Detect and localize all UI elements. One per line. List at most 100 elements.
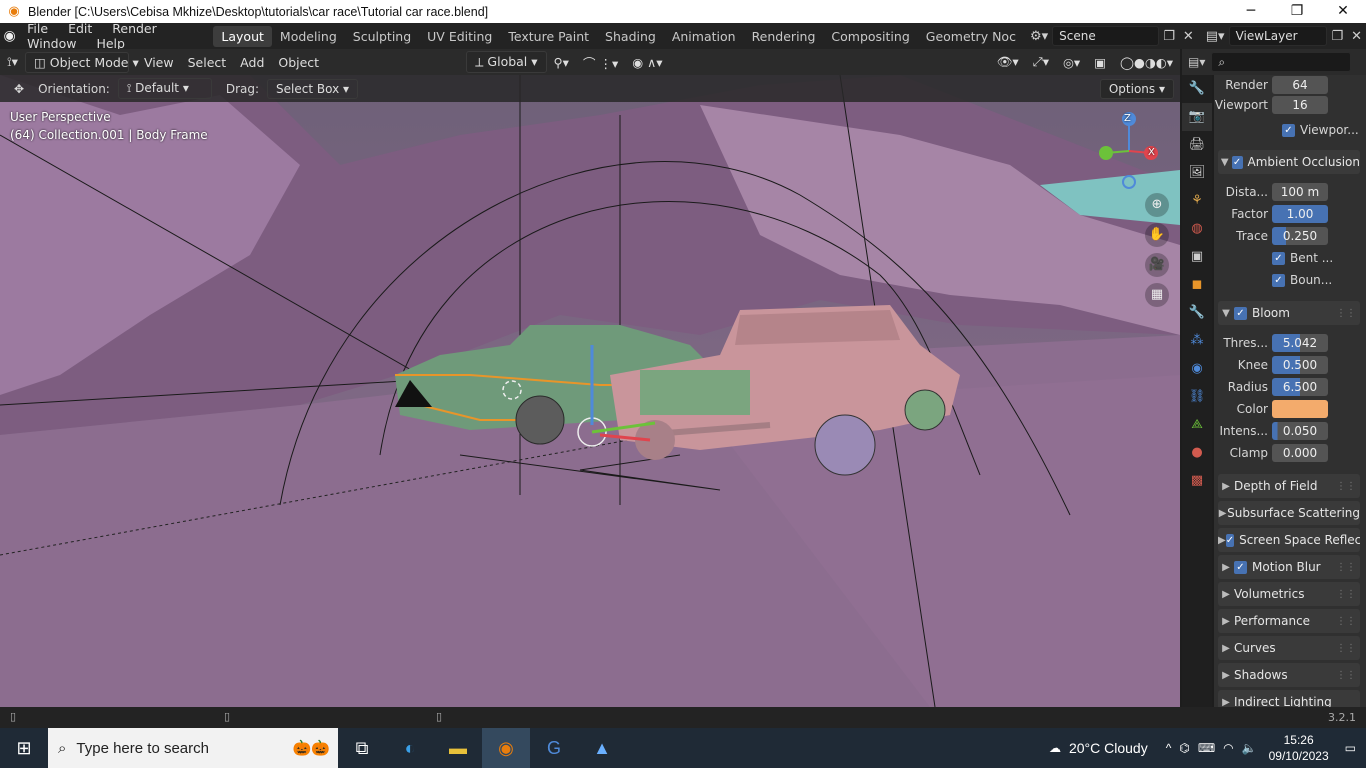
weather-text[interactable]: 20°C Cloudy — [1069, 740, 1148, 756]
ssr-enable-checkbox[interactable]: ✓ — [1225, 533, 1235, 547]
blender-taskbar-icon[interactable]: ◉ — [482, 728, 530, 768]
world-tab-icon[interactable]: ◍ — [1182, 215, 1212, 243]
panel-depth-of-field[interactable]: ▶ Depth of Field ⋮⋮ — [1218, 474, 1360, 498]
tab-geometry-nodes[interactable]: Geometry Noc — [918, 26, 1024, 47]
bloom-intensity-field[interactable]: 0.050 — [1272, 422, 1328, 440]
bloom-panel-header[interactable]: ▼ ✓ Bloom ⋮⋮ — [1218, 301, 1360, 325]
menu-view[interactable]: View — [137, 55, 181, 70]
particles-tab-icon[interactable]: ⁂ — [1182, 327, 1212, 355]
output-tab-icon[interactable]: 🖨 — [1182, 131, 1212, 159]
viewport-denoise-checkbox[interactable]: ✓ — [1282, 123, 1295, 137]
bloom-threshold-field[interactable]: 5.042 — [1272, 334, 1328, 352]
ao-distance-field[interactable]: 100 m — [1272, 183, 1328, 201]
collection-tab-icon[interactable]: ▣ — [1182, 243, 1212, 271]
options-dropdown[interactable]: Options ▾ — [1099, 78, 1174, 99]
zoom-icon[interactable]: ⊕ — [1145, 193, 1169, 217]
weather-cloud-icon[interactable]: ☁ — [1049, 741, 1061, 755]
panel-screen-space-reflections[interactable]: ▶ ✓ Screen Space Reflec — [1218, 528, 1360, 552]
edge-icon[interactable]: ◐ — [386, 728, 434, 768]
wifi-icon[interactable]: ◠ — [1223, 741, 1233, 755]
clock[interactable]: 15:26 09/10/2023 — [1269, 732, 1329, 764]
menu-select[interactable]: Select — [181, 55, 234, 70]
taskbar-search[interactable]: ⌕ Type here to search 🎃🎃 — [48, 728, 338, 768]
pan-hand-icon[interactable]: ✋ — [1145, 223, 1169, 247]
google-icon[interactable]: G — [530, 728, 578, 768]
affinity-icon[interactable]: ▲ — [578, 728, 626, 768]
motion-blur-enable-checkbox[interactable]: ✓ — [1234, 560, 1247, 574]
close-button[interactable]: ✕ — [1320, 0, 1366, 23]
bloom-color-swatch[interactable] — [1272, 400, 1328, 418]
minimize-button[interactable]: ─ — [1228, 0, 1274, 23]
render-tab-icon[interactable]: 📷 — [1182, 103, 1212, 131]
drag-handle-icon[interactable]: ⋮⋮ — [1336, 589, 1360, 600]
menu-edit[interactable]: Edit — [60, 21, 100, 36]
input-tray-icon[interactable]: ⌨ — [1198, 741, 1215, 755]
shading-modes-icon[interactable]: ◯●◑◐▾ — [1113, 55, 1180, 70]
tab-texture-paint[interactable]: Texture Paint — [500, 26, 597, 47]
view-layer-icon[interactable]: ▤▾ — [1202, 29, 1229, 44]
3d-viewport[interactable]: User Perspective (64) Collection.001 | B… — [0, 75, 1180, 707]
tray-chevron-icon[interactable]: ^ — [1166, 741, 1172, 755]
panel-performance[interactable]: ▶ Performance ⋮⋮ — [1218, 609, 1360, 633]
material-tab-icon[interactable]: ● — [1182, 439, 1212, 467]
editor-type-icon[interactable]: ⟟▾ — [0, 54, 25, 70]
properties-editor-icon[interactable]: ▤▾ — [1182, 55, 1211, 69]
ambient-occlusion-panel-header[interactable]: ▼ ✓ Ambient Occlusion — [1218, 150, 1360, 174]
transform-orientation-dropdown[interactable]: ⟂ Global ▾ — [466, 51, 547, 73]
tab-uv-editing[interactable]: UV Editing — [419, 26, 500, 47]
notifications-icon[interactable]: ▭ — [1345, 741, 1356, 755]
ao-enable-checkbox[interactable]: ✓ — [1231, 155, 1243, 169]
tab-rendering[interactable]: Rendering — [744, 26, 824, 47]
view-layer-field[interactable]: ViewLayer — [1228, 26, 1328, 46]
panel-indirect-lighting[interactable]: ▶ Indirect Lighting — [1218, 690, 1360, 707]
properties-search-field[interactable]: ⌕ — [1211, 52, 1352, 72]
tab-animation[interactable]: Animation — [664, 26, 744, 47]
new-scene-icon[interactable]: ❐ — [1159, 29, 1179, 44]
bloom-knee-field[interactable]: 0.500 — [1272, 356, 1328, 374]
camera-view-icon[interactable]: 🎥 — [1145, 253, 1169, 277]
tab-compositing[interactable]: Compositing — [823, 26, 917, 47]
camera-tray-icon[interactable]: ⌬ — [1179, 741, 1189, 755]
orientation-dropdown[interactable]: ⟟ Default ▾ — [117, 78, 212, 99]
scene-icon[interactable]: ⚙▾ — [1026, 29, 1052, 44]
drag-handle-icon[interactable]: ⋮⋮ — [1336, 481, 1360, 492]
windows-start-icon[interactable]: ⊞ — [0, 728, 48, 768]
tab-layout[interactable]: Layout — [213, 25, 272, 47]
ao-bent-normals-checkbox[interactable]: ✓ — [1272, 251, 1285, 265]
bloom-enable-checkbox[interactable]: ✓ — [1234, 306, 1247, 320]
tab-shading[interactable]: Shading — [597, 26, 664, 47]
menu-render[interactable]: Render — [104, 21, 165, 36]
viewport-samples-field[interactable]: 16 — [1272, 96, 1328, 114]
panel-volumetrics[interactable]: ▶ Volumetrics ⋮⋮ — [1218, 582, 1360, 606]
gizmo-toggle-icon[interactable]: ⤢▾ — [1026, 54, 1056, 70]
ao-bounces-checkbox[interactable]: ✓ — [1272, 273, 1285, 287]
visibility-icon[interactable]: 👁▾ — [990, 54, 1026, 70]
drag-handle-icon[interactable]: ⋮⋮ — [1336, 562, 1360, 573]
menu-file[interactable]: File — [19, 21, 56, 36]
ao-trace-field[interactable]: 0.250 — [1272, 227, 1328, 245]
task-view-icon[interactable]: ⧉ — [338, 728, 386, 768]
scene-field[interactable]: Scene — [1052, 26, 1160, 46]
tab-modeling[interactable]: Modeling — [272, 26, 345, 47]
move-tool-icon[interactable]: ✥ — [0, 82, 38, 96]
delete-view-layer-icon[interactable]: ✕ — [1347, 29, 1366, 44]
modifier-tab-icon[interactable]: 🔧 — [1182, 299, 1212, 327]
ortho-grid-icon[interactable]: ▦ — [1145, 283, 1169, 307]
ao-factor-field[interactable]: 1.00 — [1272, 205, 1328, 223]
volume-icon[interactable]: 🔈 — [1242, 741, 1257, 755]
object-tab-icon[interactable]: ◼ — [1182, 271, 1212, 299]
xray-icon[interactable]: ▣ — [1087, 55, 1113, 70]
maximize-button[interactable]: ❐ — [1274, 0, 1320, 23]
drag-handle-icon[interactable]: ⋮⋮ — [1336, 670, 1360, 681]
delete-scene-icon[interactable]: ✕ — [1179, 29, 1198, 44]
physics-tab-icon[interactable]: ◉ — [1182, 355, 1212, 383]
drag-handle-icon[interactable]: ⋮⋮ — [1336, 616, 1360, 627]
panel-shadows[interactable]: ▶ Shadows ⋮⋮ — [1218, 663, 1360, 687]
snap-icon[interactable]: ⌒ ⋮▾ — [576, 53, 625, 72]
mode-dropdown[interactable]: ◫ Object Mode ▾ — [24, 51, 139, 73]
blender-logo-icon[interactable]: ◉ — [0, 28, 19, 44]
menu-add[interactable]: Add — [233, 55, 271, 70]
drag-handle-icon[interactable]: ⋮⋮ — [1336, 643, 1360, 654]
render-samples-field[interactable]: 64 — [1272, 76, 1328, 94]
texture-tab-icon[interactable]: ▩ — [1182, 467, 1212, 495]
